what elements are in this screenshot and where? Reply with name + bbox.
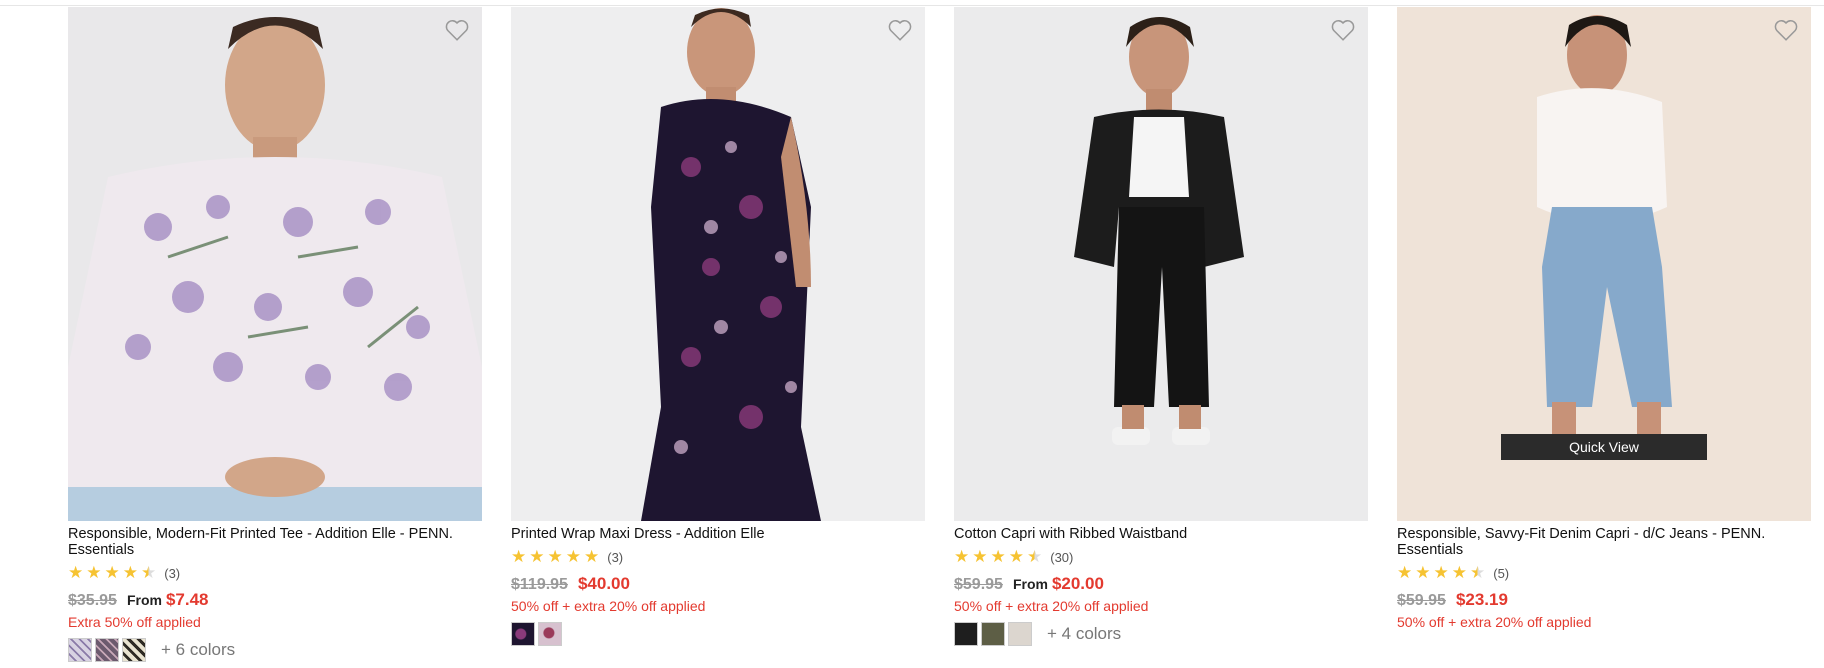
sale-price: $23.19 [1455, 590, 1508, 609]
star-icon: ★ [1008, 547, 1024, 566]
star-icon: ★ [68, 563, 84, 582]
original-price: $59.95 [954, 576, 1003, 593]
star-rating: ★ ★ ★ ★ ★ [68, 564, 156, 582]
product-rating: ★ ★ ★ ★ ★ (3) [511, 548, 925, 566]
star-icon: ★ [86, 563, 102, 582]
star-icon: ★ [1451, 563, 1467, 582]
from-label: From [126, 592, 162, 608]
original-price: $35.95 [68, 592, 117, 609]
product-image[interactable] [511, 7, 925, 521]
from-label: From [1012, 576, 1048, 592]
star-icon: ★ [122, 563, 138, 582]
product-grid: Responsible, Modern-Fit Printed Tee - Ad… [68, 7, 1811, 662]
color-swatch[interactable] [511, 622, 535, 646]
color-swatch[interactable] [981, 622, 1005, 646]
more-colors-link[interactable]: + 4 colors [1047, 624, 1121, 644]
half-star-icon: ★ [1027, 547, 1043, 566]
star-icon: ★ [547, 547, 563, 566]
star-rating: ★ ★ ★ ★ ★ [511, 548, 599, 566]
product-title[interactable]: Responsible, Savvy-Fit Denim Capri - d/C… [1397, 526, 1811, 558]
sale-price: $20.00 [1051, 574, 1104, 593]
product-image[interactable] [68, 7, 482, 521]
product-rating: ★ ★ ★ ★ ★ (30) [954, 548, 1368, 566]
product-card[interactable]: Responsible, Modern-Fit Printed Tee - Ad… [68, 7, 482, 662]
star-rating: ★ ★ ★ ★ ★ [1397, 564, 1485, 582]
rating-count: (3) [164, 565, 181, 581]
heart-icon[interactable] [1773, 17, 1799, 43]
star-icon: ★ [511, 547, 527, 566]
star-icon: ★ [954, 547, 970, 566]
sale-price: $7.48 [165, 590, 209, 609]
product-title[interactable]: Printed Wrap Maxi Dress - Addition Elle [511, 526, 925, 542]
price-row: $59.95 $23.19 [1397, 590, 1811, 610]
product-image[interactable]: Quick View [1397, 7, 1811, 521]
product-image[interactable] [954, 7, 1368, 521]
promo-text: 50% off + extra 20% off applied [954, 598, 1149, 614]
price-row: $35.95 From $7.48 [68, 590, 482, 610]
star-icon: ★ [1433, 563, 1449, 582]
price-row: $59.95 From $20.00 [954, 574, 1368, 594]
promo-text: 50% off + extra 20% off applied [511, 598, 706, 614]
heart-icon[interactable] [887, 17, 913, 43]
color-swatch[interactable] [538, 622, 562, 646]
heart-icon[interactable] [1330, 17, 1356, 43]
color-swatches [511, 622, 925, 646]
original-price: $59.95 [1397, 592, 1446, 609]
product-title[interactable]: Cotton Capri with Ribbed Waistband [954, 526, 1368, 542]
star-icon: ★ [972, 547, 988, 566]
heart-icon[interactable] [444, 17, 470, 43]
color-swatch[interactable] [122, 638, 146, 662]
product-title[interactable]: Responsible, Modern-Fit Printed Tee - Ad… [68, 526, 482, 558]
product-rating: ★ ★ ★ ★ ★ (3) [68, 564, 482, 582]
original-price: $119.95 [511, 576, 568, 593]
promo-text: Extra 50% off applied [68, 614, 201, 630]
price-row: $119.95 $40.00 [511, 574, 925, 594]
star-icon: ★ [529, 547, 545, 566]
rating-count: (30) [1050, 549, 1074, 565]
half-star-icon: ★ [1470, 563, 1486, 582]
star-icon: ★ [1415, 563, 1431, 582]
rating-count: (3) [607, 549, 624, 565]
product-rating: ★ ★ ★ ★ ★ (5) [1397, 564, 1811, 582]
star-icon: ★ [104, 563, 120, 582]
product-card[interactable]: Quick View Responsible, Savvy-Fit Denim … [1397, 7, 1811, 662]
top-divider [0, 5, 1824, 6]
star-rating: ★ ★ ★ ★ ★ [954, 548, 1042, 566]
star-icon: ★ [565, 547, 581, 566]
more-colors-link[interactable]: + 6 colors [161, 640, 235, 660]
promo-text: 50% off + extra 20% off applied [1397, 614, 1592, 630]
half-star-icon: ★ [141, 563, 157, 582]
rating-count: (5) [1493, 565, 1510, 581]
color-swatches: + 4 colors [954, 622, 1368, 646]
star-icon: ★ [990, 547, 1006, 566]
color-swatch[interactable] [954, 622, 978, 646]
color-swatches: + 6 colors [68, 638, 482, 662]
star-icon: ★ [1397, 563, 1413, 582]
star-icon: ★ [584, 547, 600, 566]
product-card[interactable]: Printed Wrap Maxi Dress - Addition Elle … [511, 7, 925, 662]
product-card[interactable]: Cotton Capri with Ribbed Waistband ★ ★ ★… [954, 7, 1368, 662]
color-swatch[interactable] [1008, 622, 1032, 646]
sale-price: $40.00 [577, 574, 630, 593]
color-swatch[interactable] [95, 638, 119, 662]
quick-view-button[interactable]: Quick View [1501, 434, 1707, 460]
color-swatch[interactable] [68, 638, 92, 662]
